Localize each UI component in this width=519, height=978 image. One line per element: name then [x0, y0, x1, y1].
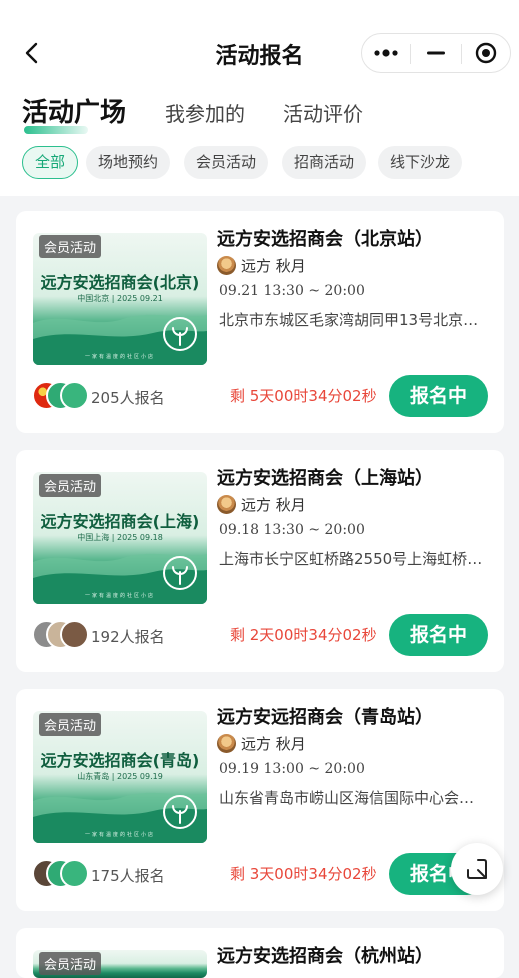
- chip-venue-booking[interactable]: 场地预约: [86, 146, 171, 179]
- event-time: 09.21 13:30 ~ 20:00: [219, 283, 365, 299]
- organizer-name: 远方 秋月: [241, 496, 306, 514]
- countdown: 剩 2天00时34分02秒: [230, 626, 377, 644]
- organizer-name: 远方 秋月: [241, 735, 306, 753]
- signup-count: 175人报名: [91, 867, 165, 885]
- event-card[interactable]: 会员活动 远方安选招商会（杭州站）: [16, 928, 504, 978]
- category-badge: 会员活动: [39, 952, 102, 975]
- event-address: 山东省青岛市崂山区海信国际中心会议厅: [219, 789, 487, 807]
- category-badge: 会员活动: [39, 474, 102, 497]
- participant-avatars: [32, 620, 92, 650]
- event-title: 远方安远招商会（青岛站）: [217, 707, 433, 728]
- event-card[interactable]: 会员活动 远方安选招商会(上海) 中国上海 | 2025 09.18 一家有温度…: [16, 450, 504, 672]
- event-title: 远方安选招商会（上海站）: [217, 468, 433, 489]
- category-badge: 会员活动: [39, 235, 102, 258]
- share-icon[interactable]: [451, 843, 503, 895]
- chip-all[interactable]: 全部: [22, 146, 79, 179]
- brand-logo-icon: [163, 556, 197, 590]
- poster-title: 远方安选招商会(青岛): [40, 751, 200, 770]
- event-poster: 会员活动 远方安选招商会(上海) 中国上海 | 2025 09.18 一家有温度…: [33, 472, 207, 604]
- target-circle-icon[interactable]: [462, 34, 510, 72]
- brand-logo-icon: [163, 317, 197, 351]
- event-title: 远方安选招商会（杭州站）: [217, 946, 433, 967]
- signup-count: 192人报名: [91, 628, 165, 646]
- participant-avatars: [32, 381, 92, 411]
- minimize-icon[interactable]: [411, 34, 461, 72]
- event-title: 远方安选招商会（北京站）: [217, 229, 433, 250]
- tab-reviews[interactable]: 活动评价: [283, 98, 363, 127]
- poster-title: 远方安选招商会(上海): [40, 512, 200, 531]
- chip-member-activity[interactable]: 会员活动: [184, 146, 269, 179]
- more-dots-icon[interactable]: [362, 34, 410, 72]
- header-area: 活动报名 活动广场 我参加的 活动评价 全部 场地预约 会员活动 招商活动 线下…: [0, 0, 519, 196]
- event-address: 北京市东城区毛家湾胡同甲13号北京市东城区: [219, 311, 487, 329]
- event-card[interactable]: 会员活动 远方安选招商会(青岛) 山东青岛 | 2025 09.19 一家有温度…: [16, 689, 504, 911]
- poster-subtitle: 山东青岛 | 2025 09.19: [77, 772, 163, 781]
- brand-logo-icon: [163, 795, 197, 829]
- avatar: [60, 381, 89, 410]
- event-poster: 会员活动: [33, 950, 207, 978]
- tab-my-joined[interactable]: 我参加的: [165, 98, 245, 127]
- avatar: [217, 495, 236, 514]
- tab-activity-square[interactable]: 活动广场: [22, 92, 126, 129]
- poster-slogan: 一家有温度的社区小店: [84, 832, 155, 838]
- category-badge: 会员活动: [39, 713, 102, 736]
- chip-investment-activity[interactable]: 招商活动: [282, 146, 367, 179]
- event-address: 上海市长宁区虹桥路2550号上海虹桥迎宾馆: [219, 550, 487, 568]
- poster-subtitle: 中国北京 | 2025 09.21: [77, 294, 163, 303]
- event-card[interactable]: 会员活动 远方安选招商会(北京) 中国北京 | 2025 09.21 一家有温度…: [16, 211, 504, 433]
- poster-slogan: 一家有温度的社区小店: [84, 354, 155, 360]
- signup-button[interactable]: 报名中: [389, 375, 488, 417]
- nav-bar: 活动报名: [0, 28, 519, 80]
- mini-program-capsule: [361, 33, 511, 73]
- participant-avatars: [32, 859, 92, 889]
- avatar: [60, 620, 89, 649]
- signup-button[interactable]: 报名中: [389, 614, 488, 656]
- avatar: [217, 256, 236, 275]
- signup-count: 205人报名: [91, 389, 165, 407]
- countdown: 剩 3天00时34分02秒: [230, 865, 377, 883]
- event-time: 09.19 13:00 ~ 20:00: [219, 761, 365, 777]
- poster-title: 远方安选招商会(北京): [40, 273, 200, 292]
- event-time: 09.18 13:30 ~ 20:00: [219, 522, 365, 538]
- chip-offline-salon[interactable]: 线下沙龙: [378, 146, 463, 179]
- avatar: [217, 734, 236, 753]
- poster-subtitle: 中国上海 | 2025 09.18: [77, 533, 163, 542]
- event-poster: 会员活动 远方安选招商会(青岛) 山东青岛 | 2025 09.19 一家有温度…: [33, 711, 207, 843]
- countdown: 剩 5天00时34分02秒: [230, 387, 377, 405]
- poster-slogan: 一家有温度的社区小店: [84, 593, 155, 599]
- organizer-name: 远方 秋月: [241, 257, 306, 275]
- avatar: [60, 859, 89, 888]
- event-poster: 会员活动 远方安选招商会(北京) 中国北京 | 2025 09.21 一家有温度…: [33, 233, 207, 365]
